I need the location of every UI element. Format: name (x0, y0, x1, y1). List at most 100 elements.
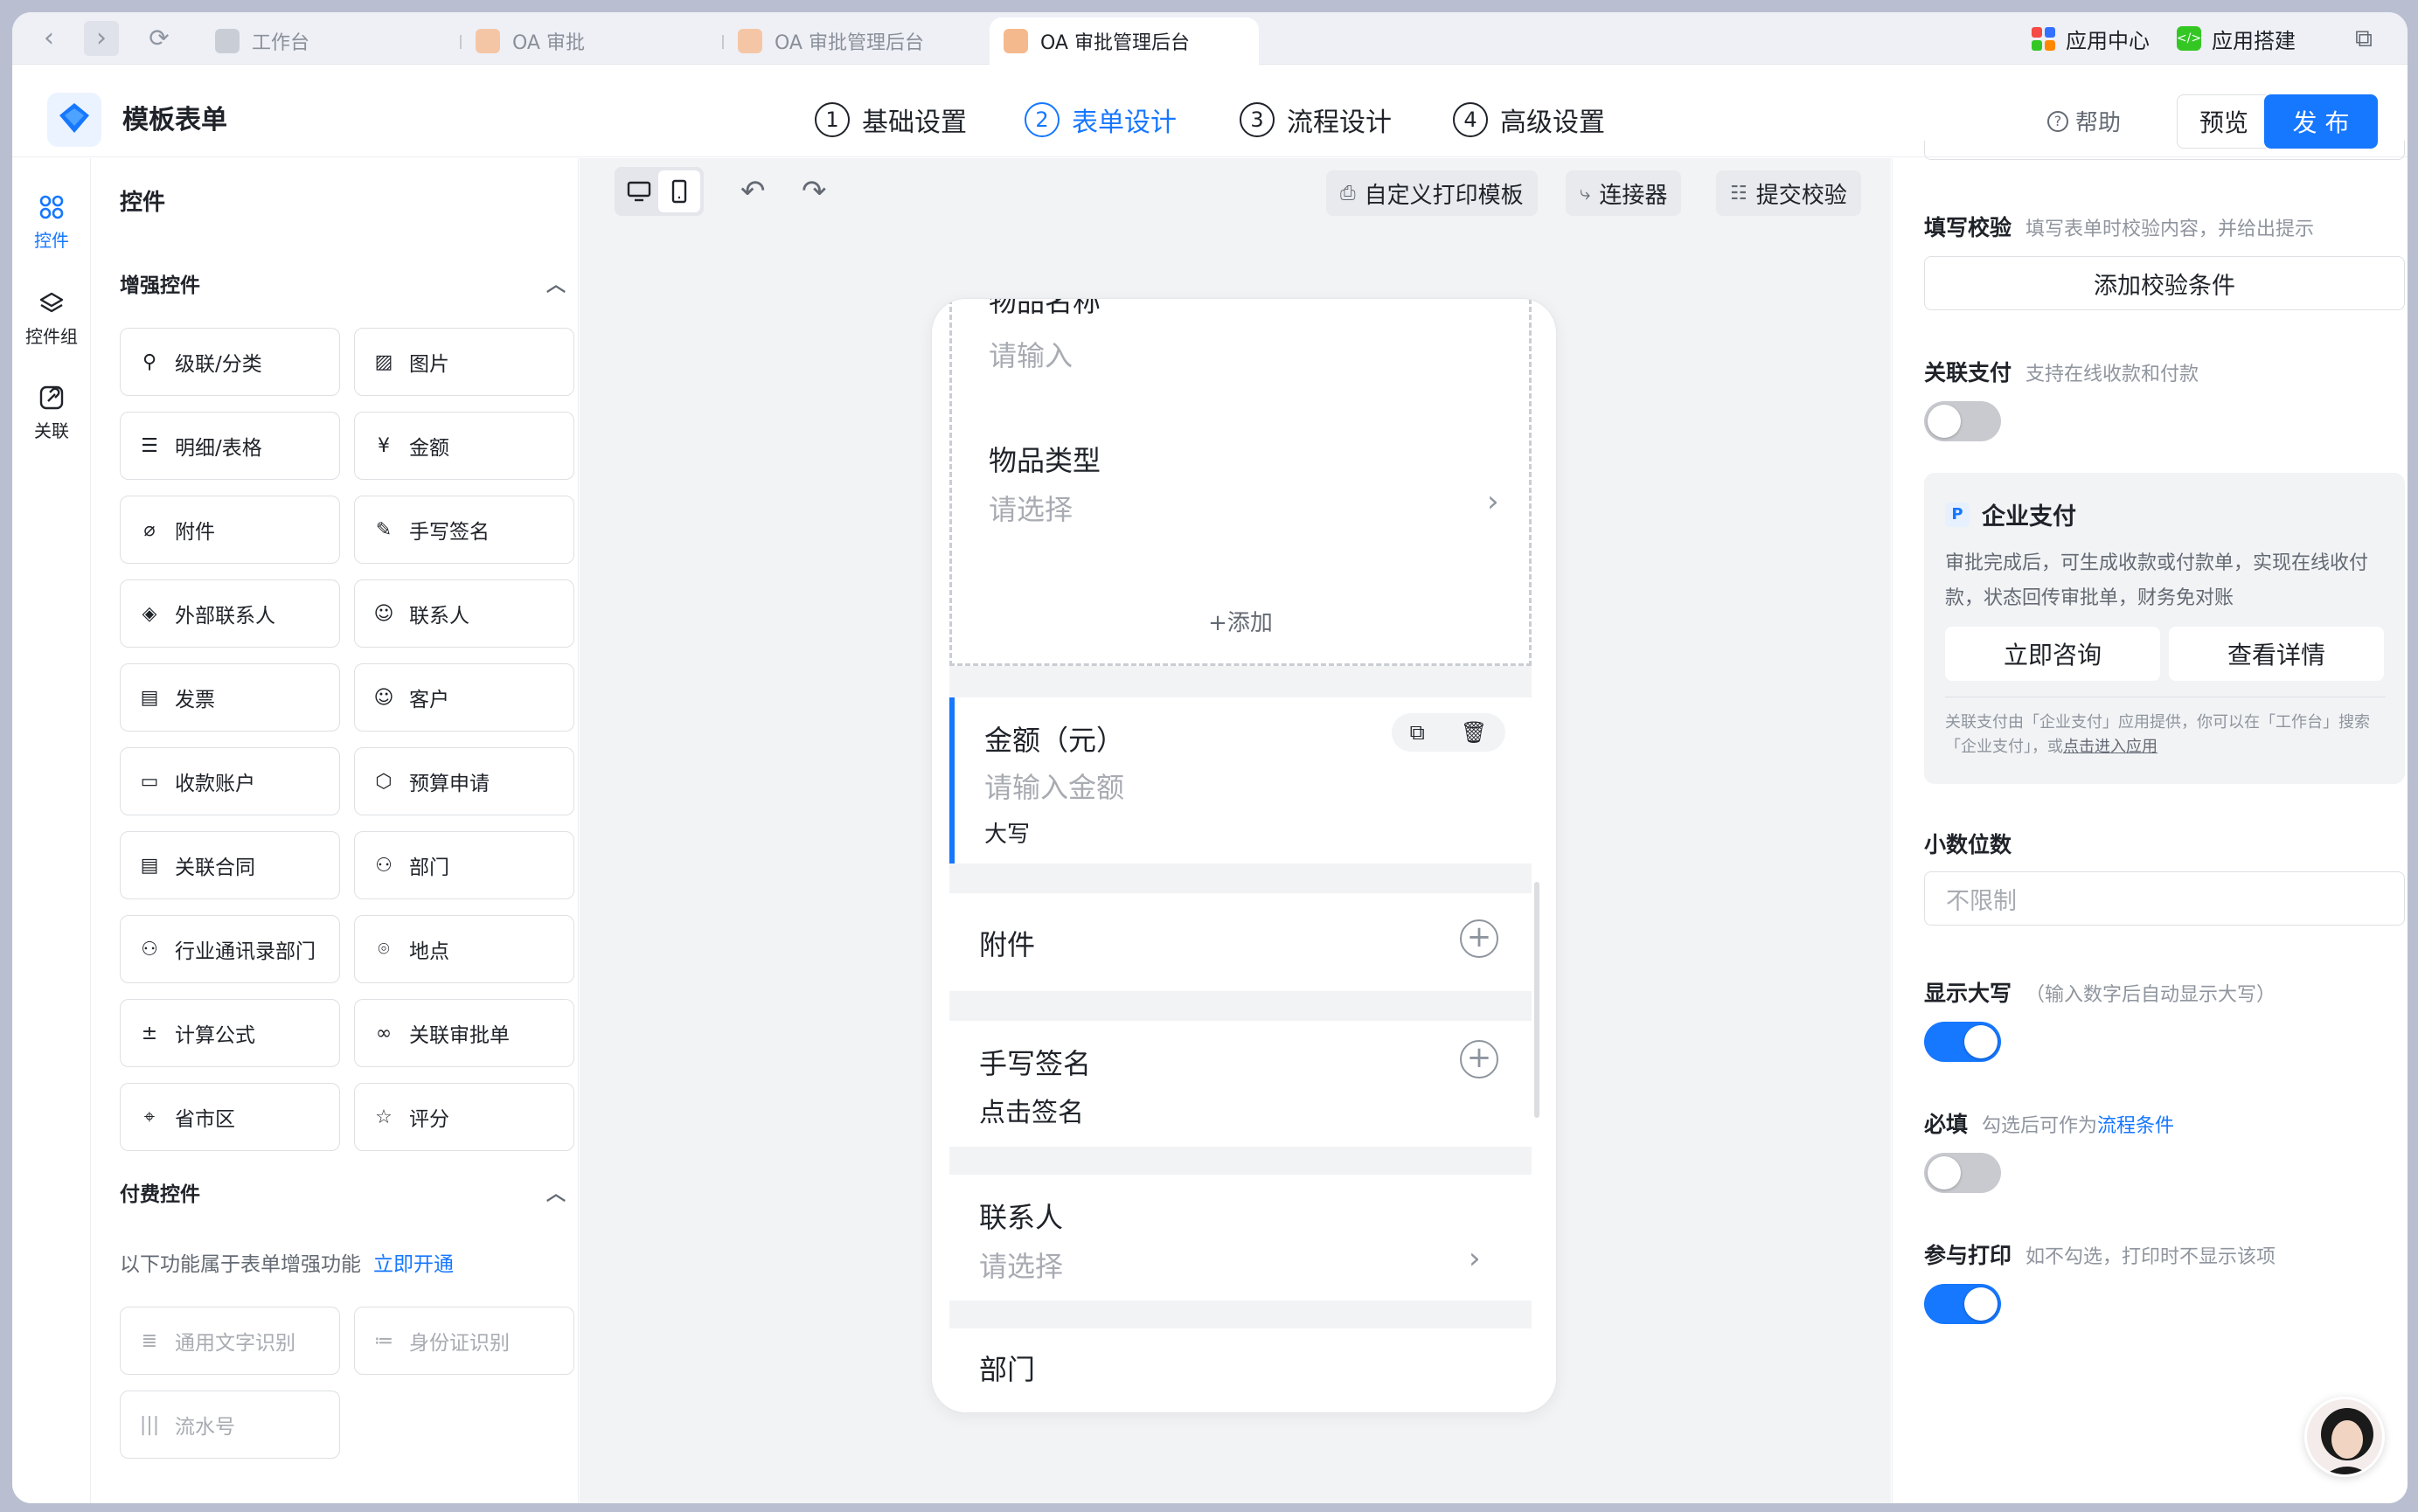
app-builder-link[interactable]: </> 应用搭建 (2177, 23, 2296, 54)
control-label: 收款账户 (175, 773, 255, 795)
control-pen[interactable]: ✎ 手写签名 (354, 496, 574, 564)
control-barcode[interactable]: ||| 流水号 (120, 1391, 340, 1459)
mobile-view-button[interactable] (658, 170, 700, 212)
control-handshake[interactable]: ◈ 外部联系人 (120, 579, 340, 648)
payment-toggle[interactable] (1924, 401, 2001, 441)
control-person[interactable]: ☺ 联系人 (354, 579, 574, 648)
control-invoice[interactable]: ▤ 发票 (120, 663, 340, 732)
flow-condition-link[interactable]: 流程条件 (2097, 1115, 2174, 1137)
control-star[interactable]: ☆ 评分 (354, 1083, 574, 1151)
browser-tab[interactable]: 工作台 (215, 17, 309, 65)
add-circle-icon[interactable]: + (1460, 1040, 1498, 1079)
control-label: 关联合同 (175, 857, 255, 879)
amount-field-selected[interactable]: 金额（元） 请输入金额 大写 ⧉ 🗑 (949, 697, 1532, 864)
step-advanced-settings[interactable]: 4 高级设置 (1453, 100, 1605, 140)
chevron-up-icon: ︿ (545, 274, 566, 296)
control-location-pin[interactable]: ⌾ 地点 (354, 915, 574, 983)
attachment-field[interactable]: 附件 + (949, 893, 1532, 991)
add-validation-button[interactable]: 添加校验条件 (1924, 256, 2405, 310)
text-ocr-icon: ≣ (141, 1329, 158, 1352)
required-label: 必填 勾选后可作为流程条件 (1924, 1112, 2175, 1137)
control-label: 流水号 (175, 1416, 235, 1439)
control-label: 附件 (175, 521, 215, 544)
control-yen[interactable]: ¥ 金额 (354, 412, 574, 480)
undo-icon[interactable]: ↶ (740, 174, 766, 209)
browser-tab[interactable]: OA 审批管理后台 (738, 17, 924, 65)
activate-now-link[interactable]: 立即开通 (373, 1253, 454, 1276)
control-id-card[interactable]: ≔ 身份证识别 (354, 1307, 574, 1375)
control-image[interactable]: ▨ 图片 (354, 328, 574, 396)
item-name-input[interactable]: 请输入 (989, 334, 1073, 374)
paid-controls-header[interactable]: 付费控件 ︿ (120, 1177, 566, 1207)
control-card[interactable]: ▭ 收款账户 (120, 747, 340, 815)
desktop-view-button[interactable] (618, 170, 660, 212)
control-org-tree[interactable]: ⚇ 行业通讯录部门 (120, 915, 340, 983)
detail-table-area[interactable]: 物品名称 请输入 物品类型 请选择 › +添加 (949, 299, 1532, 666)
show-caps-toggle[interactable] (1924, 1022, 2001, 1062)
control-label: 金额 (409, 437, 449, 460)
signature-field[interactable]: 手写签名 点击签名 + (949, 1021, 1532, 1147)
payment-label: 关联支付 支持在线收款和付款 (1924, 360, 2199, 385)
step-flow-design[interactable]: 3 流程设计 (1240, 100, 1392, 140)
contact-field[interactable]: 联系人 请选择 › (949, 1175, 1532, 1300)
refresh-icon[interactable]: ⟳ (142, 21, 177, 56)
copy-icon[interactable]: ⧉ (1410, 720, 1425, 745)
barcode-icon: ||| (139, 1413, 160, 1436)
control-text-ocr[interactable]: ≣ 通用文字识别 (120, 1307, 340, 1375)
control-person-tree[interactable]: ⚲ 级联/分类 (120, 328, 340, 396)
control-paperclip[interactable]: ⌀ 附件 (120, 496, 340, 564)
external-window-icon[interactable]: ⧉ (2355, 23, 2373, 54)
invoice-icon: ▤ (140, 686, 159, 709)
custom-print-template-button[interactable]: ⎙ 自定义打印模板 (1326, 170, 1538, 216)
show-caps-label: 显示大写 （输入数字后自动显示大写） (1924, 981, 2276, 1006)
required-toggle[interactable] (1924, 1153, 2001, 1193)
enterprise-pay-desc: 审批完成后，可生成收款或付款单，实现在线收付款，状态回传审批单，财务免对账 (1945, 552, 2369, 609)
control-formula[interactable]: ± 计算公式 (120, 999, 340, 1067)
rail-item-controls[interactable]: 控件 (12, 193, 91, 252)
control-table[interactable]: ☰ 明细/表格 (120, 412, 340, 480)
control-cube[interactable]: ⬡ 预算申请 (354, 747, 574, 815)
signature-action[interactable]: 点击签名 (979, 1091, 1084, 1129)
control-label: 图片 (409, 353, 449, 376)
contact-select[interactable]: 请选择 (979, 1245, 1063, 1285)
amount-input[interactable]: 请输入金额 (984, 766, 1124, 806)
back-icon[interactable]: ‹ (31, 21, 66, 56)
item-type-select[interactable]: 请选择 (989, 488, 1073, 528)
rail-item-relations[interactable]: 关联 (12, 384, 91, 442)
browser-tab[interactable]: OA 审批 (476, 17, 585, 65)
cube-icon: ⬡ (375, 770, 393, 793)
open-app-link[interactable]: 点击进入应用 (2063, 738, 2157, 756)
control-label: 通用文字识别 (175, 1332, 295, 1355)
app-center-link[interactable]: 应用中心 (2032, 23, 2150, 54)
enhanced-controls-header[interactable]: 增强控件 ︿ (120, 268, 566, 298)
step-basic-settings[interactable]: 1 基础设置 (815, 100, 967, 140)
connector-button[interactable]: ⤷ 连接器 (1566, 170, 1682, 216)
rail-item-control-groups[interactable]: 控件组 (12, 289, 91, 348)
app-center-icon (2032, 26, 2055, 51)
control-contract[interactable]: ▤ 关联合同 (120, 831, 340, 899)
yen-icon: ¥ (378, 434, 390, 457)
forward-icon[interactable]: › (84, 21, 119, 56)
consult-button[interactable]: 立即咨询 (1945, 627, 2160, 681)
control-customer[interactable]: ☺ 客户 (354, 663, 574, 732)
print-toggle[interactable] (1924, 1284, 2001, 1324)
help-link[interactable]: ? 帮助 (2047, 105, 2121, 137)
layers-icon (39, 292, 64, 313)
preview-scrollbar[interactable] (1534, 882, 1539, 1118)
step-form-design[interactable]: 2 表单设计 (1025, 100, 1177, 140)
add-row-button[interactable]: +添加 (952, 605, 1529, 637)
control-org[interactable]: ⚇ 部门 (354, 831, 574, 899)
add-circle-icon[interactable]: + (1460, 919, 1498, 958)
support-avatar[interactable] (2304, 1397, 2385, 1477)
control-label: 客户 (409, 689, 449, 711)
submit-validation-button[interactable]: ☷ 提交校验 (1716, 170, 1861, 216)
browser-tab-active[interactable]: OA 审批管理后台 (990, 17, 1259, 65)
view-details-button[interactable]: 查看详情 (2169, 627, 2384, 681)
control-map[interactable]: ⌖ 省市区 (120, 1083, 340, 1151)
decimals-select[interactable]: 不限制 (1924, 871, 2405, 926)
department-field[interactable]: 部门 (949, 1328, 1532, 1412)
redo-icon[interactable]: ↷ (802, 174, 827, 209)
person-tree-icon: ⚲ (142, 350, 157, 373)
trash-icon[interactable]: 🗑 (1461, 720, 1487, 745)
control-link-chain[interactable]: ∞ 关联审批单 (354, 999, 574, 1067)
